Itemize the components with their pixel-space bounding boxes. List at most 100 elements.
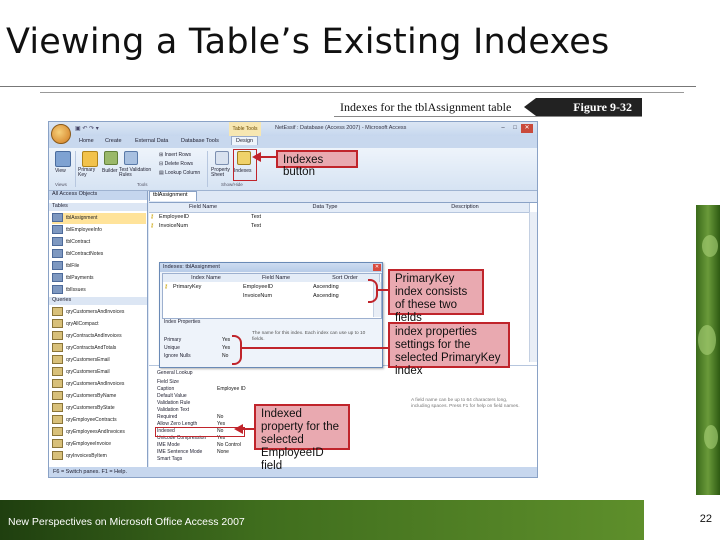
tab-design[interactable]: Design [231, 136, 259, 145]
index-prop-value[interactable]: No [222, 353, 228, 359]
prop-value[interactable]: Employee ID [217, 386, 246, 392]
nav-item-label: qryCustomersAndInvoices [66, 380, 125, 387]
field-name-cell[interactable]: InvoiceNum [159, 222, 188, 231]
nav-item-label: tblFile [66, 262, 80, 269]
lookup-column-button[interactable]: ▤ Lookup Column [159, 170, 200, 176]
insert-rows-label: Insert Rows [164, 152, 191, 158]
data-type-cell[interactable]: Text [251, 222, 261, 231]
column-header-description: Description [401, 203, 530, 213]
prop-value[interactable]: None [217, 449, 229, 455]
grid-scrollbar[interactable] [529, 212, 537, 362]
tab-create[interactable]: Create [105, 138, 122, 144]
callout-indexes-button: Indexes button [276, 150, 358, 178]
prop-label: Smart Tags [157, 456, 183, 462]
ribbon-separator [75, 151, 76, 187]
query-icon [52, 379, 63, 388]
nav-item-table[interactable]: tblFile [52, 261, 146, 272]
nav-item-table[interactable]: tblContractNotes [52, 249, 146, 260]
nav-item-table[interactable]: tblPayments [52, 273, 146, 284]
index-field-cell[interactable]: EmployeeID [243, 284, 273, 290]
builder-icon[interactable] [104, 151, 118, 165]
query-icon [52, 451, 63, 460]
tab-external-data[interactable]: External Data [135, 138, 168, 144]
close-icon[interactable]: ✕ [373, 264, 381, 271]
maximize-icon[interactable]: □ [509, 124, 521, 133]
index-prop-value[interactable]: Yes [222, 337, 230, 343]
index-properties-header: Index Properties [164, 319, 201, 325]
nav-item-query[interactable]: qryCustomersAndInvoices [52, 307, 146, 318]
nav-item-query[interactable]: qryCustomersEmail [52, 367, 146, 378]
ribbon-group-show-hide: Show/Hide [221, 182, 243, 187]
primary-key-icon[interactable] [82, 151, 98, 167]
nav-item-label: qryCustomersByState [66, 404, 115, 411]
index-property-help: The name for this index. Each index can … [252, 331, 366, 342]
nav-item-query[interactable]: qryCustomersByName [52, 391, 146, 402]
builder-button-label[interactable]: Builder [102, 168, 118, 174]
nav-item-table[interactable]: tblContract [52, 237, 146, 248]
view-button-label[interactable]: View [55, 168, 66, 174]
callout-connector [260, 156, 276, 158]
field-properties-tabs[interactable]: General Lookup [157, 370, 193, 376]
nav-item-label: qryAllCompact [66, 320, 99, 327]
insert-rows-button[interactable]: ⊞ Insert Rows [159, 152, 191, 158]
prop-value[interactable]: No Control [217, 442, 241, 448]
nav-group-queries[interactable]: Queries [49, 297, 147, 305]
nav-item-query[interactable]: qryCustomersByState [52, 403, 146, 414]
nav-item-label: qryCustomersEmail [66, 368, 110, 375]
indexes-dialog-title: Indexes: tblAssignment [160, 263, 382, 272]
lookup-column-label: Lookup Column [165, 170, 201, 176]
nav-item-label: qryContractsAndInvoices [66, 332, 122, 339]
nav-item-query[interactable]: qryEmployeeContracts [52, 415, 146, 426]
slide-footer: New Perspectives on Microsoft Office Acc… [0, 500, 644, 540]
close-icon[interactable]: ✕ [521, 124, 533, 133]
index-field-cell[interactable]: InvoiceNum [243, 293, 272, 299]
nav-item-table[interactable]: tblIssues [52, 285, 146, 296]
caption-text: Indexes for the tblAssignment table [340, 100, 512, 114]
nav-item-table[interactable]: tblAssignment [52, 213, 146, 224]
nav-item-query[interactable]: qryContractsAndTotals [52, 343, 146, 354]
minimize-icon[interactable]: – [497, 124, 509, 133]
property-sheet-icon[interactable] [215, 151, 229, 165]
nav-group-tables[interactable]: Tables [49, 203, 147, 211]
query-icon [52, 307, 63, 316]
nav-item-query[interactable]: qryCustomersAndInvoices [52, 379, 146, 390]
index-prop-label: Primary [164, 337, 182, 343]
data-type-cell[interactable]: Text [251, 213, 261, 222]
test-validation-icon[interactable] [124, 151, 138, 165]
query-icon [52, 343, 63, 352]
field-name-cell[interactable]: EmployeeID [159, 213, 189, 222]
view-icon[interactable] [55, 151, 71, 167]
index-name-cell[interactable]: PrimaryKey [173, 284, 201, 290]
figure-number: Figure 9-32 [536, 98, 642, 116]
sort-order-cell[interactable]: Ascending [313, 293, 339, 299]
prop-value[interactable]: No [217, 414, 223, 420]
nav-item-query[interactable]: qryInvoicesByItem [52, 451, 146, 462]
nav-item-query[interactable]: qryEmployeesAndInvoices [52, 427, 146, 438]
tab-database-tools[interactable]: Database Tools [181, 138, 219, 144]
primary-key-icon: ⚷ [150, 214, 155, 220]
indexes-dialog: Indexes: tblAssignment ✕ Index Name Fiel… [159, 262, 383, 368]
office-button[interactable] [51, 124, 71, 144]
primary-key-button-label[interactable]: Primary Key [78, 168, 100, 178]
column-header-data-type: Data Type [249, 203, 402, 213]
tab-home[interactable]: Home [79, 138, 94, 144]
nav-item-table[interactable]: tblEmployeeInfo [52, 225, 146, 236]
index-prop-value[interactable]: Yes [222, 345, 230, 351]
sort-order-cell[interactable]: Ascending [313, 284, 339, 290]
nav-item-query[interactable]: qryContractsAndInvoices [52, 331, 146, 342]
quick-access-toolbar[interactable]: ▣ ↶ ↷ ▾ [75, 125, 99, 132]
ribbon-separator [207, 151, 208, 187]
document-tab[interactable]: tblAssignment [149, 191, 197, 201]
delete-rows-button[interactable]: ⊟ Delete Rows [159, 161, 193, 167]
nav-item-query[interactable]: qryAllCompact [52, 319, 146, 330]
test-validation-button-label[interactable]: Test Validation Rules [119, 168, 153, 178]
context-tab-table-tools: Table Tools [229, 122, 261, 136]
nav-item-query[interactable]: qryCustomersEmail [52, 355, 146, 366]
callout-connector [240, 347, 388, 349]
prop-label: Caption [157, 386, 175, 392]
callout-indexed-property: Indexed property for the selected Employ… [254, 404, 350, 472]
index-prop-label: Unique [164, 345, 180, 351]
nav-item-label: tblAssignment [66, 214, 98, 221]
nav-item-query[interactable]: qryEmployeeInvoice [52, 439, 146, 450]
nav-pane-header[interactable]: All Access Objects [49, 191, 147, 200]
